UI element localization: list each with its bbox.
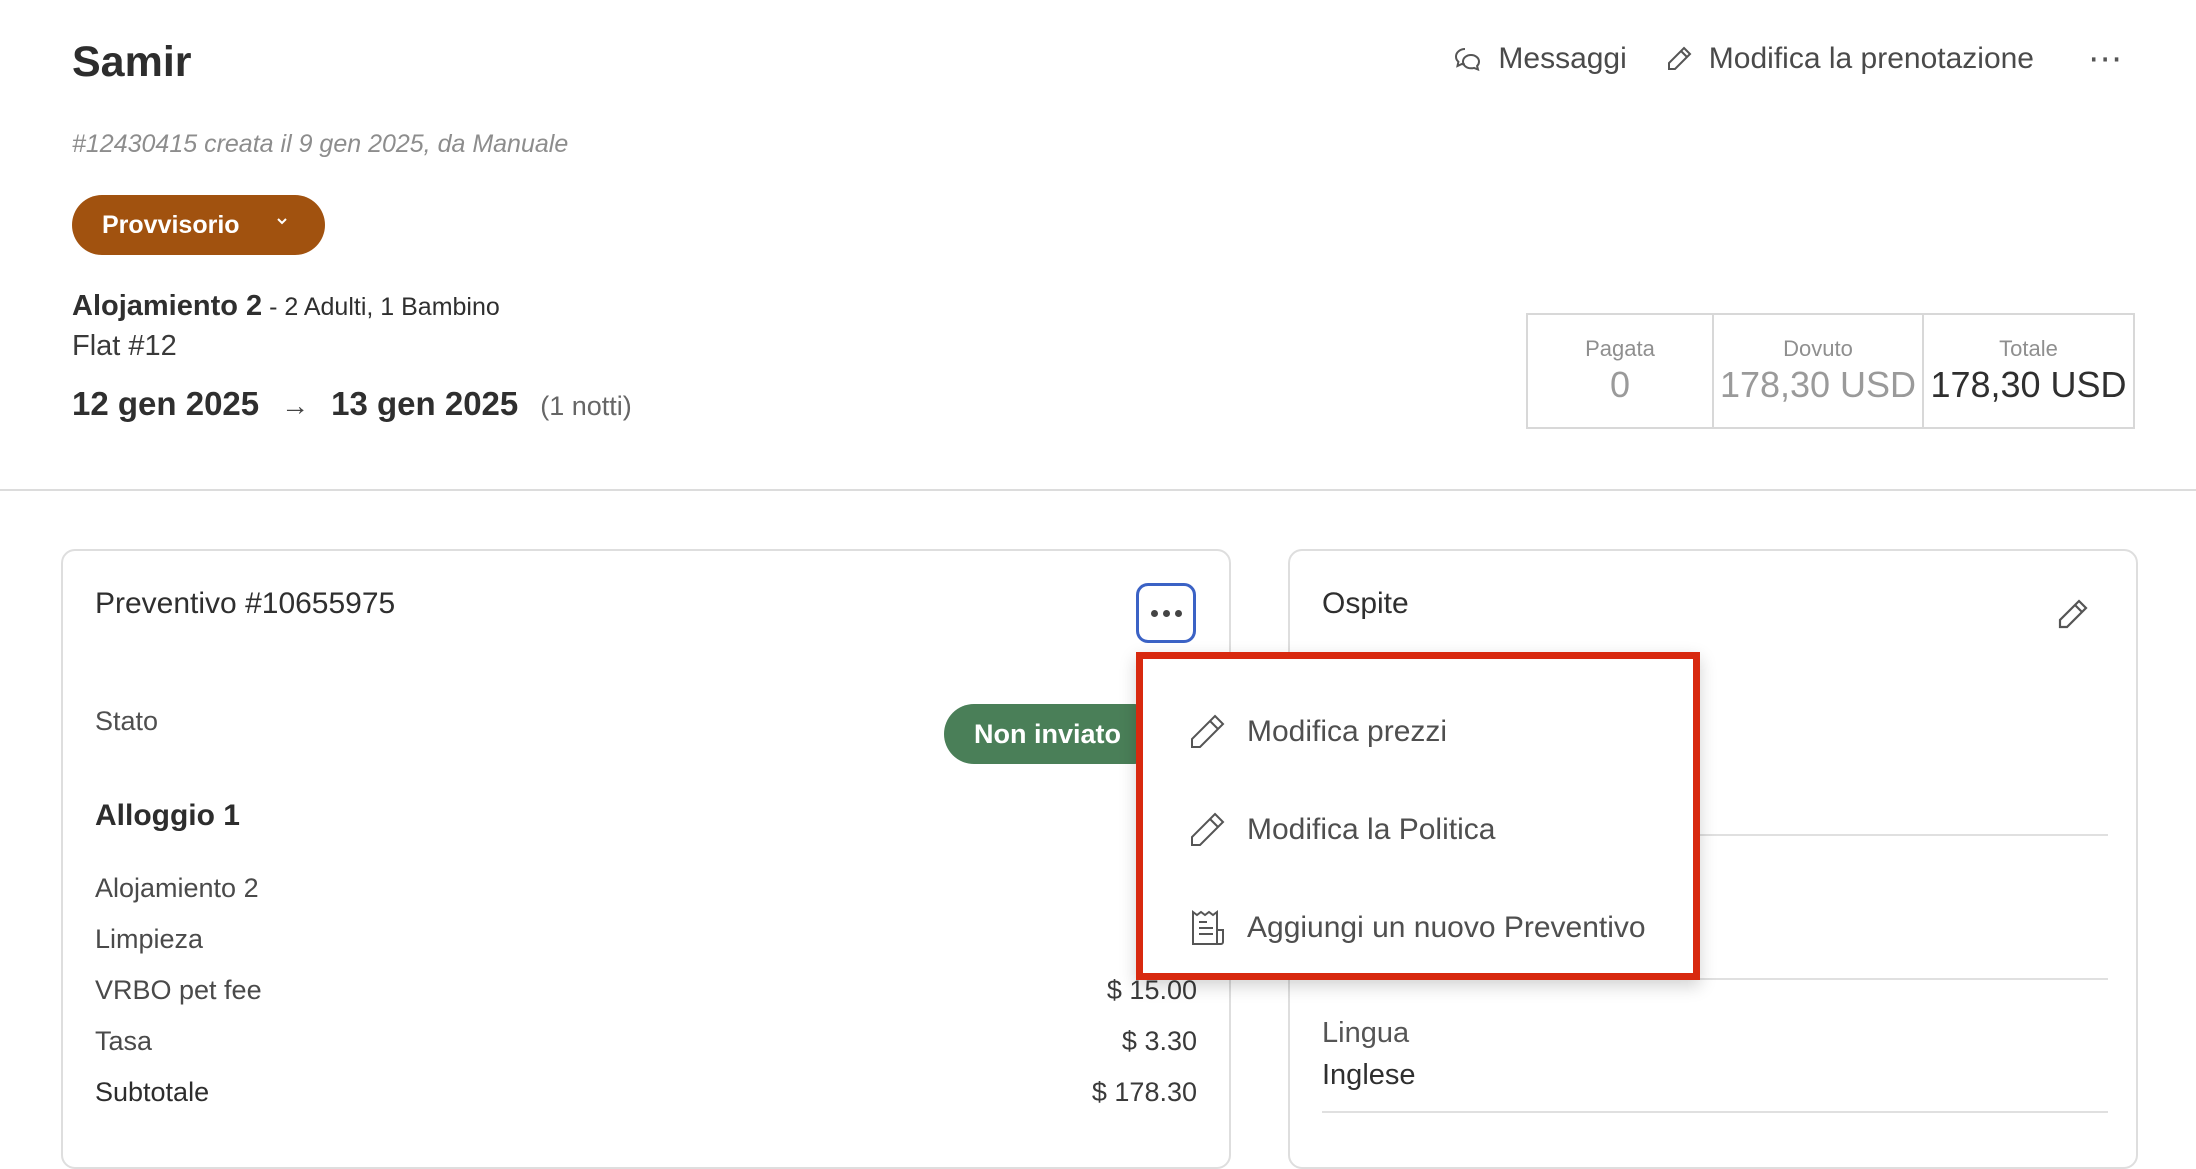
due-label: Dovuto <box>1783 336 1853 361</box>
pencil-icon[interactable] <box>2052 595 2092 635</box>
room-name: Alojamiento 2 <box>72 290 263 322</box>
subtotal-row: Subtotale $ 178.30 <box>95 1077 1197 1128</box>
messages-button[interactable]: Messaggi <box>1452 42 1627 76</box>
line-item-label: Tasa <box>95 1026 153 1056</box>
line-item: Tasa $ 3.30 <box>95 1026 1197 1077</box>
line-item-label: VRBO pet fee <box>95 975 262 1005</box>
line-item: VRBO pet fee $ 15.00 <box>95 975 1197 1026</box>
total-label: Totale <box>1999 336 2058 361</box>
due-cell: Dovuto 178,30 USD <box>1714 315 1924 427</box>
guest-count: - 2 Adulti, 1 Bambino <box>262 293 500 321</box>
due-value: 178,30 USD <box>1719 364 1917 405</box>
arrow-right-icon: → <box>281 390 310 421</box>
line-item-label: Limpieza <box>95 924 204 954</box>
menu-item-label: Modifica la Politica <box>1247 813 1496 846</box>
line-items: Alojamiento 2 $ 1 Limpieza $ VRBO pet fe… <box>95 873 1197 1128</box>
language-label: Lingua <box>1322 1017 1410 1049</box>
quote-actions-menu: Modifica prezzi Modifica la Politica Agg… <box>1136 652 1700 980</box>
room-info: Alojamiento 2 - 2 Adulti, 1 Bambino <box>72 290 500 323</box>
check-in-date: 12 gen 2025 <box>72 385 260 422</box>
pencil-icon <box>1191 812 1225 846</box>
menu-item-add-quote[interactable]: Aggiungi un nuovo Preventivo <box>1143 879 1693 977</box>
flat-info: Flat #12 <box>72 330 177 362</box>
subtotal-label: Subtotale <box>95 1077 210 1107</box>
menu-item-edit-policy[interactable]: Modifica la Politica <box>1143 781 1693 879</box>
quote-menu-button[interactable] <box>1136 583 1196 643</box>
chat-icon <box>1455 48 1481 72</box>
line-item-label: Alojamiento 2 <box>95 873 259 903</box>
status-dropdown[interactable]: Provvisorio <box>72 195 325 255</box>
more-options-button[interactable]: ⋯ <box>2070 42 2124 76</box>
guest-card-title: Ospite <box>1322 587 1409 620</box>
dot <box>1162 609 1170 617</box>
menu-item-label: Modifica prezzi <box>1247 715 1448 748</box>
total-value: 178,30 USD <box>1930 364 2127 405</box>
created-info: #12430415 creata il 9 gen 2025, da Manua… <box>72 130 569 158</box>
line-item-amount: $ 3.30 <box>1121 1026 1197 1056</box>
paid-label: Pagata <box>1585 336 1655 361</box>
total-cell: Totale 178,30 USD <box>1924 315 2133 427</box>
section-divider <box>0 489 2196 491</box>
dot <box>1174 609 1182 617</box>
lodging-section-title: Alloggio 1 <box>95 799 240 832</box>
pencil-icon <box>1191 714 1225 748</box>
header-actions: Messaggi Modifica la prenotazione ⋯ <box>1452 42 2124 76</box>
guest-divider <box>1322 1111 2108 1113</box>
menu-item-label: Aggiungi un nuovo Preventivo <box>1247 911 1646 944</box>
status-label: Provvisorio <box>102 210 240 239</box>
check-out-date: 13 gen 2025 <box>331 385 519 422</box>
line-item-amount: $ 15.00 <box>1106 975 1197 1005</box>
receipt-icon <box>1192 910 1224 945</box>
status-field-label: Stato <box>95 706 159 736</box>
chevron-down-icon <box>277 218 287 225</box>
line-item: Limpieza $ <box>95 924 1197 975</box>
edit-booking-label: Modifica la prenotazione <box>1708 42 2034 75</box>
pencil-icon <box>1667 46 1692 70</box>
status-badge: Non inviato <box>944 704 1164 764</box>
menu-item-edit-prices[interactable]: Modifica prezzi <box>1143 683 1693 781</box>
payment-summary: Pagata 0 Dovuto 178,30 USD Totale 178,30… <box>1526 313 2135 429</box>
quote-card: Preventivo #10655975 Stato Non inviato A… <box>61 549 1231 1169</box>
messages-label: Messaggi <box>1498 42 1627 75</box>
dot <box>1150 609 1158 617</box>
language-value: Inglese <box>1322 1059 1416 1091</box>
subtotal-amount: $ 178.30 <box>1091 1077 1197 1107</box>
nights-count: (1 notti) <box>540 391 632 421</box>
quote-title: Preventivo #10655975 <box>95 587 396 620</box>
line-item: Alojamiento 2 $ 1 <box>95 873 1197 924</box>
paid-cell: Pagata 0 <box>1528 315 1714 427</box>
edit-booking-button[interactable]: Modifica la prenotazione <box>1663 42 2034 76</box>
date-range: 12 gen 2025 → 13 gen 2025 (1 notti) <box>72 385 632 423</box>
guest-name: Samir <box>72 38 192 86</box>
paid-value: 0 <box>1609 364 1631 405</box>
